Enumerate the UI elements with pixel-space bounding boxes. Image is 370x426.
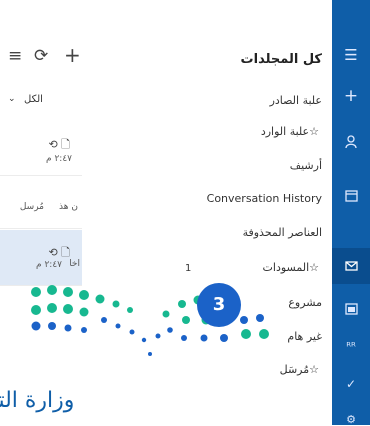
new-mail-rail-icon[interactable]: + (332, 88, 370, 105)
list-item[interactable]: مُرسل ن هذ (0, 176, 82, 229)
item-sender: مُرسل (19, 202, 44, 212)
step-number-badge: 3 (197, 283, 241, 327)
filter-icon[interactable]: ≡ (8, 48, 22, 65)
account-icon[interactable] (332, 135, 370, 152)
folder-junk[interactable]: غير هام (287, 330, 322, 343)
folder-sent[interactable]: مُرسَل☆ (280, 363, 322, 376)
item-icons: ⟲ 🗋 (48, 138, 70, 151)
all-folders-header[interactable]: كل المجلدات (241, 52, 322, 67)
ministry-logo-text: وزارة التـ (0, 388, 140, 425)
people-icon[interactable]: ᴿᴿ (332, 341, 370, 352)
mail-app: ≡ ⟳ + ⌄ الكل ⟲ 🗋 ٢:٤٧ م مُرسل ن هذ ⟲ 🗋 ٢… (0, 0, 370, 425)
star-icon[interactable]: ☆ (309, 363, 319, 376)
folder-label: العناصر المحذوفة (242, 226, 322, 239)
more-icon[interactable]: ⚙ (332, 414, 370, 425)
folder-label: Conversation History (206, 192, 322, 205)
item-time: ٢:٤٧ م (46, 154, 72, 164)
filter-label: الكل (24, 94, 43, 105)
folder-outbox[interactable]: علبة الصادر (270, 94, 322, 107)
star-icon[interactable]: ☆ (309, 125, 319, 138)
sync-icon[interactable]: ⟳ (34, 48, 48, 65)
folder-label: مشروع (288, 296, 322, 309)
folder-conversation-history[interactable]: Conversation History (207, 192, 322, 205)
todo-check-icon[interactable]: ✓ (332, 378, 370, 390)
star-icon[interactable]: ☆ (309, 261, 319, 274)
chevron-down-icon: ⌄ (8, 94, 16, 104)
dotted-logo-mark (31, 285, 269, 356)
folder-label: علبة الصادر (269, 94, 322, 107)
folder-deleted-items[interactable]: العناصر المحذوفة (243, 226, 322, 239)
list-toolbar: ≡ ⟳ + (0, 38, 82, 78)
mail-icon[interactable] (332, 260, 370, 274)
calendar-icon[interactable] (332, 303, 370, 318)
menu-icon[interactable]: ☰ (332, 48, 370, 63)
folder-icon[interactable] (332, 190, 370, 205)
folder-label: أرشيف (289, 159, 322, 172)
item-preview: ن هذ (59, 202, 78, 212)
filter-dropdown[interactable]: ⌄ الكل (0, 92, 82, 110)
folder-label: علبة الوارد (260, 125, 310, 138)
ministry-text: وزارة التـ (0, 388, 75, 413)
folder-label: غير هام (287, 330, 322, 343)
folder-inbox[interactable]: علبة الوارد☆ (261, 125, 322, 138)
folder-project[interactable]: مشروع (288, 296, 322, 309)
nav-rail: ☰ + ᴿᴿ ✓ ⚙ (332, 0, 370, 425)
new-mail-icon[interactable]: + (64, 45, 81, 65)
list-item[interactable]: ⟲ 🗋 ٢:٤٧ م (0, 120, 82, 176)
folder-archive[interactable]: أرشيف (290, 159, 322, 172)
